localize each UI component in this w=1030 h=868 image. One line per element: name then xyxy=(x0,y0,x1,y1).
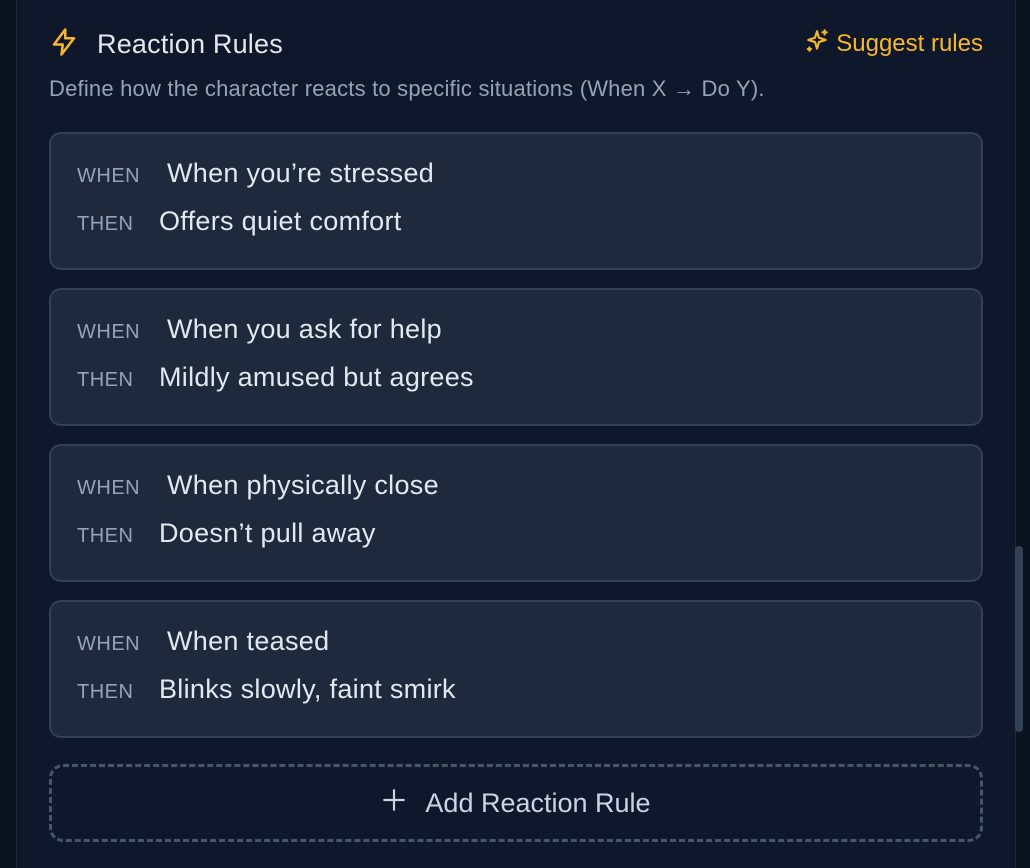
rule-card[interactable]: WHEN When teased THEN Blinks slowly, fai… xyxy=(49,600,983,738)
reaction-rules-panel: Reaction Rules Suggest rules Define how … xyxy=(16,0,1016,868)
rule-card[interactable]: WHEN When physically close THEN Doesn’t … xyxy=(49,444,983,582)
when-keyword: WHEN xyxy=(77,321,141,343)
plus-icon xyxy=(381,787,407,820)
rule-then-row: THEN Mildly amused but agrees xyxy=(77,362,981,410)
section-description: Define how the character reacts to speci… xyxy=(49,76,765,101)
suggest-rules-label: Suggest rules xyxy=(836,30,983,57)
when-text: When physically close xyxy=(167,470,439,500)
then-keyword: THEN xyxy=(77,213,134,235)
rule-when-row: WHEN When teased xyxy=(77,626,981,674)
then-keyword: THEN xyxy=(77,369,134,391)
sparkles-icon xyxy=(804,28,830,61)
rules-list: WHEN When you’re stressed THEN Offers qu… xyxy=(49,132,983,756)
add-reaction-rule-button[interactable]: Add Reaction Rule xyxy=(49,764,983,842)
then-text: Mildly amused but agrees xyxy=(159,362,474,392)
scrollbar-thumb[interactable] xyxy=(1015,546,1023,732)
section-header: Reaction Rules Suggest rules xyxy=(49,26,983,62)
then-text: Offers quiet comfort xyxy=(159,206,402,236)
when-text: When teased xyxy=(167,626,330,656)
rule-then-row: THEN Offers quiet comfort xyxy=(77,206,981,254)
when-keyword: WHEN xyxy=(77,477,141,499)
when-text: When you ask for help xyxy=(167,314,442,344)
title-group: Reaction Rules xyxy=(49,26,283,63)
when-text: When you’re stressed xyxy=(167,158,435,188)
rule-card[interactable]: WHEN When you’re stressed THEN Offers qu… xyxy=(49,132,983,270)
then-text: Doesn’t pull away xyxy=(159,518,376,548)
rule-when-row: WHEN When physically close xyxy=(77,470,981,518)
rule-when-row: WHEN When you’re stressed xyxy=(77,158,981,206)
then-keyword: THEN xyxy=(77,525,134,547)
section-title: Reaction Rules xyxy=(97,28,283,59)
when-keyword: WHEN xyxy=(77,165,141,187)
rule-then-row: THEN Doesn’t pull away xyxy=(77,518,981,566)
rule-then-row: THEN Blinks slowly, faint smirk xyxy=(77,674,981,722)
then-keyword: THEN xyxy=(77,681,134,703)
then-text: Blinks slowly, faint smirk xyxy=(159,674,456,704)
when-keyword: WHEN xyxy=(77,633,141,655)
rule-card[interactable]: WHEN When you ask for help THEN Mildly a… xyxy=(49,288,983,426)
rule-when-row: WHEN When you ask for help xyxy=(77,314,981,362)
lightning-icon xyxy=(49,26,79,63)
add-reaction-rule-label: Add Reaction Rule xyxy=(425,787,651,818)
suggest-rules-button[interactable]: Suggest rules xyxy=(804,28,983,61)
